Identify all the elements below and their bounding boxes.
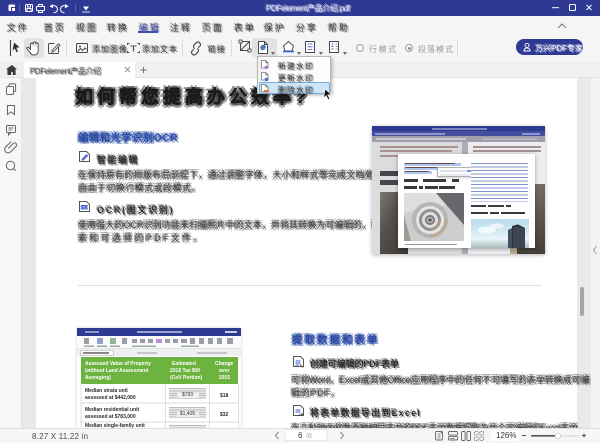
svg-text:6: 6 bbox=[298, 431, 303, 440]
svg-text:/8: /8 bbox=[306, 433, 312, 440]
svg-text:2016 Tax Bill: 2016 Tax Bill bbox=[170, 368, 201, 374]
svg-text:assessed at $442,000: assessed at $442,000 bbox=[85, 395, 136, 401]
svg-text:over: over bbox=[219, 368, 230, 374]
svg-text:assessed at $783,000: assessed at $783,000 bbox=[85, 414, 136, 420]
svg-text:(CoV Portion): (CoV Portion) bbox=[170, 375, 203, 381]
svg-text:Median strata unit: Median strata unit bbox=[85, 388, 128, 394]
svg-text:OCR: OCR bbox=[81, 206, 89, 210]
svg-text:Change: Change bbox=[215, 361, 234, 367]
svg-text:$18: $18 bbox=[220, 393, 229, 399]
svg-text:$32: $32 bbox=[220, 412, 229, 418]
svg-text:Estimated: Estimated bbox=[172, 361, 196, 367]
svg-text:Median residential unit: Median residential unit bbox=[85, 407, 140, 413]
svg-text:Averaging): Averaging) bbox=[85, 375, 111, 381]
svg-text:(without Land Assessment: (without Land Assessment bbox=[85, 368, 149, 374]
svg-text:2015: 2015 bbox=[219, 375, 230, 381]
svg-text:126%: 126% bbox=[496, 431, 516, 440]
svg-text:Assessed Value of Property: Assessed Value of Property bbox=[85, 361, 151, 367]
